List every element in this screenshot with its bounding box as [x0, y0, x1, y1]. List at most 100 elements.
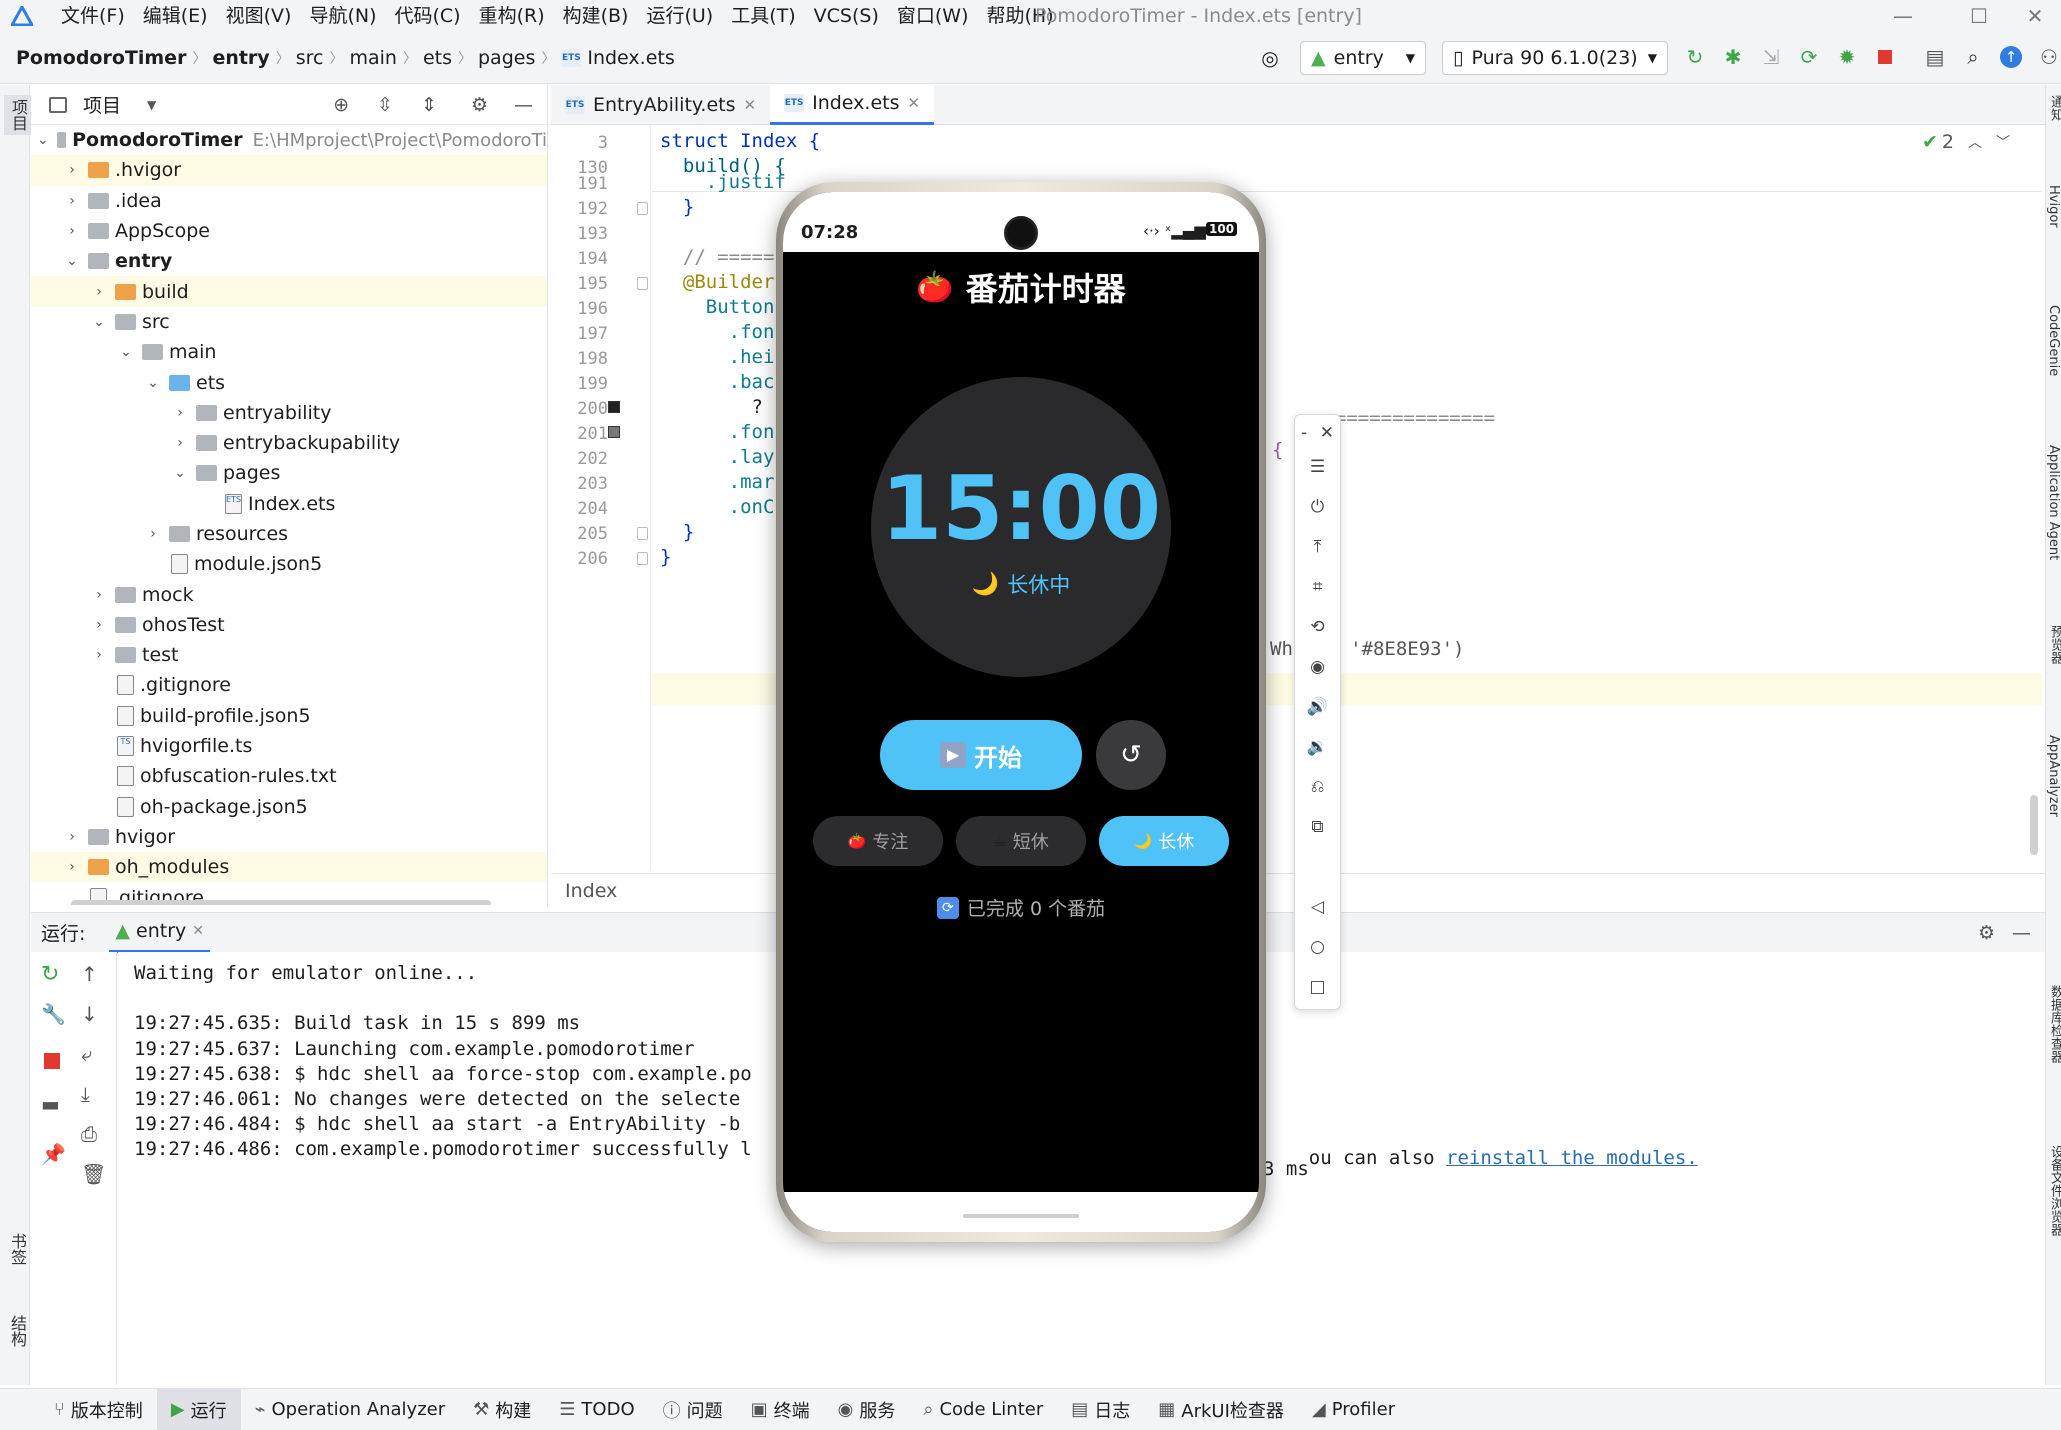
- menu-icon[interactable]: ☰: [1295, 457, 1340, 477]
- menu-item[interactable]: 视图(V): [217, 0, 301, 32]
- tree-item[interactable]: ⌄ src: [31, 307, 547, 337]
- update-icon[interactable]: ↑: [1996, 42, 2026, 72]
- wrench-icon[interactable]: 🔧: [41, 1002, 66, 1026]
- print-icon[interactable]: ⎙: [81, 1122, 97, 1146]
- menu-item[interactable]: 编辑(E): [134, 0, 217, 32]
- fold-marker-icon[interactable]: [637, 527, 648, 540]
- menu-item[interactable]: 导航(N): [300, 0, 385, 32]
- tree-item[interactable]: build-profile.json5: [31, 701, 547, 731]
- screenshot-icon[interactable]: ⧉: [1295, 817, 1340, 837]
- tree-item[interactable]: › AppScope: [31, 216, 547, 246]
- power-icon[interactable]: ⏻: [1295, 497, 1340, 517]
- start-button[interactable]: ▶ 开始: [880, 720, 1082, 790]
- stop-icon[interactable]: [44, 1052, 60, 1074]
- menu-item[interactable]: 重构(R): [470, 0, 554, 32]
- tree-item[interactable]: ⌄ ets: [31, 367, 547, 397]
- fold-icon[interactable]: ⎌: [1295, 777, 1340, 797]
- mode-chip[interactable]: ☕ 短休: [956, 816, 1086, 866]
- stop-icon[interactable]: [1870, 42, 1900, 72]
- rotate-icon[interactable]: ⟲: [1295, 617, 1340, 637]
- bottom-tab[interactable]: ▤ 日志: [1057, 1389, 1144, 1430]
- project-structure-icon[interactable]: ▤: [1920, 42, 1950, 72]
- location-icon[interactable]: ◉: [1295, 657, 1340, 677]
- bottom-tab[interactable]: ⑂ 版本控制: [40, 1389, 157, 1430]
- chevron-right-icon[interactable]: ›: [172, 435, 188, 451]
- right-tool-tab[interactable]: 数据库检查器: [2046, 985, 2061, 1063]
- rerun-icon[interactable]: ↻: [1680, 42, 1710, 72]
- breadcrumb-src[interactable]: src: [296, 47, 324, 69]
- editor-breadcrumb[interactable]: Index: [565, 880, 617, 902]
- home-indicator[interactable]: [963, 1214, 1079, 1218]
- breadcrumb-ets[interactable]: ets: [423, 47, 452, 69]
- settings-icon[interactable]: ⚙: [1978, 922, 1995, 944]
- tree-item[interactable]: › mock: [31, 579, 547, 609]
- tree-item[interactable]: ⌄ entry: [31, 246, 547, 276]
- menu-item[interactable]: 工具(T): [722, 0, 804, 32]
- tree-item[interactable]: › resources: [31, 519, 547, 549]
- target-icon[interactable]: ◎: [1255, 43, 1285, 73]
- reset-button[interactable]: ↺: [1096, 720, 1166, 790]
- breadcrumb-pages[interactable]: pages: [478, 47, 535, 69]
- debug-icon[interactable]: ✱: [1718, 42, 1748, 72]
- hide-panel-icon[interactable]: —: [514, 94, 533, 116]
- close-window-icon[interactable]: ✕: [2012, 0, 2058, 32]
- tree-item[interactable]: › .hvigor: [31, 155, 547, 186]
- chevron-right-icon[interactable]: ›: [145, 526, 161, 542]
- bottom-tab[interactable]: ▦ ArkUI检查器: [1144, 1389, 1298, 1430]
- chevron-right-icon[interactable]: ›: [91, 647, 107, 663]
- tree-item[interactable]: › ohosTest: [31, 610, 547, 640]
- pin-top-icon[interactable]: ⤒: [1295, 537, 1340, 557]
- color-swatch-icon[interactable]: [608, 426, 620, 438]
- chevron-right-icon[interactable]: ›: [91, 587, 107, 603]
- tree-root[interactable]: ⌄ PomodoroTimer E:\HMproject\Project\Pom…: [31, 125, 547, 155]
- bottom-tab[interactable]: ▶ 运行: [156, 1388, 241, 1430]
- chevron-down-icon[interactable]: ⌄: [91, 314, 107, 330]
- bookmarks-tool-tab[interactable]: 书签: [5, 1233, 29, 1265]
- pin-icon[interactable]: 📌: [41, 1142, 66, 1166]
- right-tool-tab[interactable]: Hvigor: [2046, 185, 2061, 228]
- right-tool-tab[interactable]: Application Agent: [2046, 445, 2061, 560]
- bottom-tab[interactable]: ◉ 服务: [824, 1389, 910, 1430]
- chevron-down-icon[interactable]: ⌄: [145, 375, 161, 391]
- project-tool-tab[interactable]: 项目: [4, 95, 32, 135]
- tree-item[interactable]: › hvigor: [31, 822, 547, 852]
- menu-item[interactable]: 运行(U): [637, 0, 722, 32]
- chevron-down-icon[interactable]: ▼: [147, 98, 156, 112]
- bottom-tab[interactable]: ⚒ 构建: [459, 1389, 545, 1430]
- run-tab-entry[interactable]: ▲ entry ✕: [109, 913, 211, 953]
- attach-debugger-icon[interactable]: ⇲: [1756, 42, 1786, 72]
- chevron-up-icon[interactable]: ︿: [1968, 132, 1982, 152]
- tree-item[interactable]: module.json5: [31, 549, 547, 579]
- tree-item[interactable]: oh-package.json5: [31, 792, 547, 822]
- tab-index[interactable]: ETS Index.ets ✕: [770, 84, 935, 125]
- hide-panel-icon[interactable]: —: [2012, 922, 2031, 944]
- bottom-tab[interactable]: ▣ 终端: [737, 1389, 824, 1430]
- right-tool-tab[interactable]: AppAnalyzer: [2046, 735, 2061, 817]
- menu-item[interactable]: 文件(F): [52, 0, 134, 32]
- breadcrumb-main[interactable]: main: [349, 47, 396, 69]
- right-tool-tab[interactable]: 设备文件浏览器: [2046, 1145, 2061, 1236]
- home-icon[interactable]: ○: [1295, 937, 1340, 957]
- structure-tool-tab[interactable]: 结构: [5, 1315, 29, 1347]
- bottom-tab[interactable]: ⓘ 问题: [649, 1389, 737, 1430]
- volume-up-icon[interactable]: 🔊: [1295, 697, 1340, 717]
- tab-entryability[interactable]: ETS EntryAbility.ets ✕: [551, 85, 770, 125]
- tree-item[interactable]: TS hvigorfile.ts: [31, 731, 547, 761]
- chevron-right-icon[interactable]: ›: [64, 193, 80, 209]
- crop-icon[interactable]: ⌗: [1295, 577, 1340, 597]
- fold-marker-icon[interactable]: [637, 277, 648, 290]
- chevron-down-icon[interactable]: ﹀: [1996, 132, 2010, 152]
- mode-chip[interactable]: 🌙 长休: [1099, 816, 1229, 866]
- chevron-right-icon[interactable]: ›: [64, 829, 80, 845]
- soft-wrap-icon[interactable]: ⤶: [81, 1042, 92, 1066]
- menu-item[interactable]: 窗口(W): [888, 0, 978, 32]
- tree-item[interactable]: ⌄ pages: [31, 458, 547, 488]
- chevron-right-icon[interactable]: ›: [64, 162, 80, 178]
- search-icon[interactable]: ⌕: [1958, 42, 1988, 72]
- menu-item[interactable]: VCS(S): [805, 0, 888, 32]
- scroll-down-icon[interactable]: ↓: [81, 1002, 98, 1026]
- chevron-right-icon[interactable]: ›: [64, 859, 80, 875]
- scroll-up-icon[interactable]: ↑: [81, 962, 98, 986]
- close-tab-icon[interactable]: ✕: [192, 923, 204, 939]
- mode-chip[interactable]: 🍅 专注: [813, 816, 943, 866]
